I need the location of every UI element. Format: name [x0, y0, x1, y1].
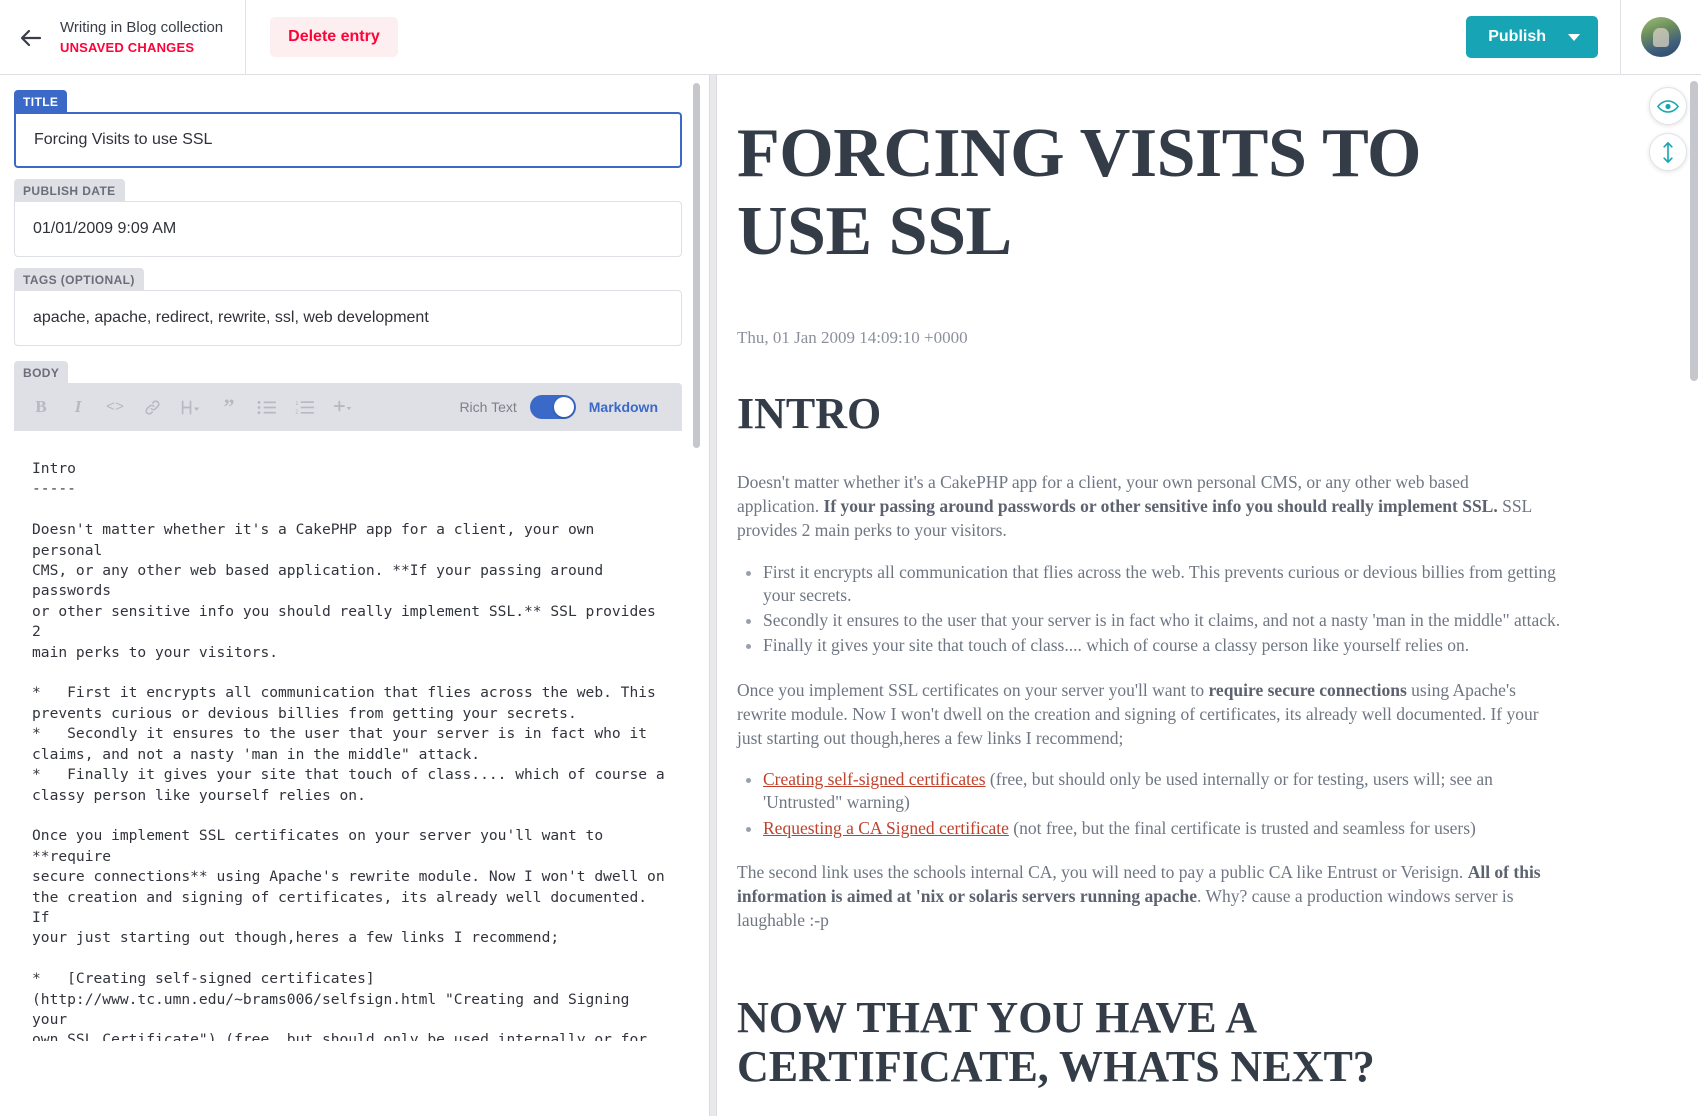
preview-link-list: Creating self-signed certificates (free,…: [763, 768, 1563, 840]
markdown-widget: B I <> ” 1 2 Rich Text Markdown Intro --…: [14, 383, 682, 1041]
field-label-tags: TAGS (OPTIONAL): [14, 268, 144, 291]
preview-bullet-list: First it encrypts all communication that…: [763, 561, 1563, 658]
avatar[interactable]: [1641, 17, 1681, 57]
preview-spacer: [737, 950, 1641, 994]
markdown-toolbar-icons: B I <> ” 1 2: [32, 395, 459, 419]
editor-mode-toggle-group: Rich Text Markdown: [459, 395, 664, 419]
publish-button[interactable]: Publish: [1466, 16, 1598, 58]
link-requesting-ca-signed-certificate[interactable]: Requesting a CA Signed certificate: [763, 818, 1009, 838]
markdown-label[interactable]: Markdown: [589, 399, 658, 415]
editor-mode-switch[interactable]: [529, 395, 576, 419]
list-item: Creating self-signed certificates (free,…: [763, 768, 1563, 815]
toggle-sync-scroll-button[interactable]: [1649, 133, 1687, 171]
editor-scrollbar[interactable]: [693, 83, 700, 1108]
bold-icon[interactable]: B: [32, 395, 50, 419]
preview-p2-bold: require secure connections: [1208, 679, 1407, 700]
topbar-left-group: Writing in Blog collection UNSAVED CHANG…: [0, 0, 247, 75]
chevron-down-icon[interactable]: [1568, 33, 1580, 41]
list-item: Secondly it ensures to the user that you…: [763, 609, 1563, 632]
field-publish-date: PUBLISH DATE 01/01/2009 9:09 AM: [14, 178, 682, 257]
list-item: Requesting a CA Signed certificate (not …: [763, 817, 1563, 840]
preview-pane: FORCING VISITS TO USE SSL Thu, 01 Jan 20…: [719, 75, 1701, 1116]
svg-text:2: 2: [295, 409, 298, 414]
sync-scroll-icon: [1660, 141, 1676, 163]
field-title: TITLE Forcing Visits to use SSL: [14, 89, 682, 168]
numbered-list-icon[interactable]: 1 2: [295, 395, 314, 419]
publish-date-value: 01/01/2009 9:09 AM: [33, 220, 177, 237]
preview-title: FORCING VISITS TO USE SSL: [737, 115, 1421, 271]
top-bar: Writing in Blog collection UNSAVED CHANG…: [0, 0, 1701, 75]
list-item: First it encrypts all communication that…: [763, 561, 1563, 608]
publish-button-label: Publish: [1488, 28, 1546, 45]
publish-date-input[interactable]: 01/01/2009 9:09 AM: [14, 201, 682, 257]
markdown-editor[interactable]: Intro ----- Doesn't matter whether it's …: [14, 431, 682, 1041]
preview-heading-next: NOW THAT YOU HAVE A CERTIFICATE, WHATS N…: [737, 993, 1375, 1091]
field-body: BODY B I <> ” 1 2 Rich Text Markdown Int…: [14, 360, 682, 1041]
svg-text:1: 1: [295, 400, 298, 406]
workspace: TITLE Forcing Visits to use SSL PUBLISH …: [0, 75, 1701, 1116]
collection-name: Writing in Blog collection: [60, 19, 224, 37]
tags-value: apache, apache, redirect, rewrite, ssl, …: [33, 309, 429, 326]
editor-scrollbar-thumb[interactable]: [693, 83, 700, 448]
heading-icon[interactable]: [180, 395, 201, 419]
preview-paragraph-1: Doesn't matter whether it's a CakePHP ap…: [737, 470, 1547, 542]
topbar-actions: Delete entry: [246, 0, 1466, 74]
field-label-title: TITLE: [14, 90, 68, 113]
editor-pane: TITLE Forcing Visits to use SSL PUBLISH …: [0, 75, 704, 1116]
markdown-editor-text: Intro ----- Doesn't matter whether it's …: [32, 460, 665, 1041]
bulleted-list-icon[interactable]: [257, 395, 276, 419]
preview-p3-lead: The second link uses the schools interna…: [737, 861, 1468, 882]
italic-icon[interactable]: I: [69, 395, 87, 419]
toggle-preview-button[interactable]: [1649, 87, 1687, 125]
field-label-body: BODY: [14, 361, 69, 384]
preview-paragraph-2: Once you implement SSL certificates on y…: [737, 678, 1547, 750]
preview-paragraph-3: The second link uses the schools interna…: [737, 860, 1547, 932]
topbar-right-group: Publish: [1466, 0, 1701, 75]
field-tags: TAGS (OPTIONAL) apache, apache, redirect…: [14, 267, 682, 346]
back-arrow-icon[interactable]: [14, 21, 48, 55]
switch-knob: [553, 397, 574, 417]
avatar-container: [1620, 0, 1701, 75]
eye-icon: [1657, 99, 1679, 114]
quote-icon[interactable]: ”: [220, 395, 238, 419]
list-item: Finally it gives your site that touch of…: [763, 634, 1563, 657]
preview-heading-intro: INTRO: [737, 388, 882, 438]
status-badge: UNSAVED CHANGES: [60, 39, 195, 55]
code-icon[interactable]: <>: [106, 395, 124, 419]
collection-meta: Writing in Blog collection UNSAVED CHANG…: [60, 18, 223, 56]
field-label-publish-date: PUBLISH DATE: [14, 179, 125, 202]
add-component-icon[interactable]: [333, 395, 353, 419]
tags-input[interactable]: apache, apache, redirect, rewrite, ssl, …: [14, 290, 682, 346]
preview-scrollbar[interactable]: [1690, 81, 1698, 1111]
link-icon[interactable]: [143, 395, 161, 419]
preview-scrollbar-thumb[interactable]: [1690, 81, 1698, 381]
rich-text-label[interactable]: Rich Text: [459, 399, 516, 415]
preview-date: Thu, 01 Jan 2009 14:09:10 +0000: [737, 327, 968, 347]
preview-p1-bold: If your passing around passwords or othe…: [823, 496, 1498, 517]
link2-tail: (not free, but the final certificate is …: [1008, 817, 1476, 838]
delete-entry-button[interactable]: Delete entry: [270, 17, 398, 57]
title-input-value: Forcing Visits to use SSL: [34, 131, 213, 148]
preview-content: FORCING VISITS TO USE SSL Thu, 01 Jan 20…: [719, 75, 1701, 1091]
title-input[interactable]: Forcing Visits to use SSL: [14, 112, 682, 168]
preview-p2-lead: Once you implement SSL certificates on y…: [737, 679, 1209, 700]
pane-resize-handle[interactable]: [709, 75, 717, 1116]
markdown-toolbar: B I <> ” 1 2 Rich Text Markdown: [14, 383, 682, 431]
link-creating-self-signed-certificates[interactable]: Creating self-signed certificates: [763, 769, 986, 789]
